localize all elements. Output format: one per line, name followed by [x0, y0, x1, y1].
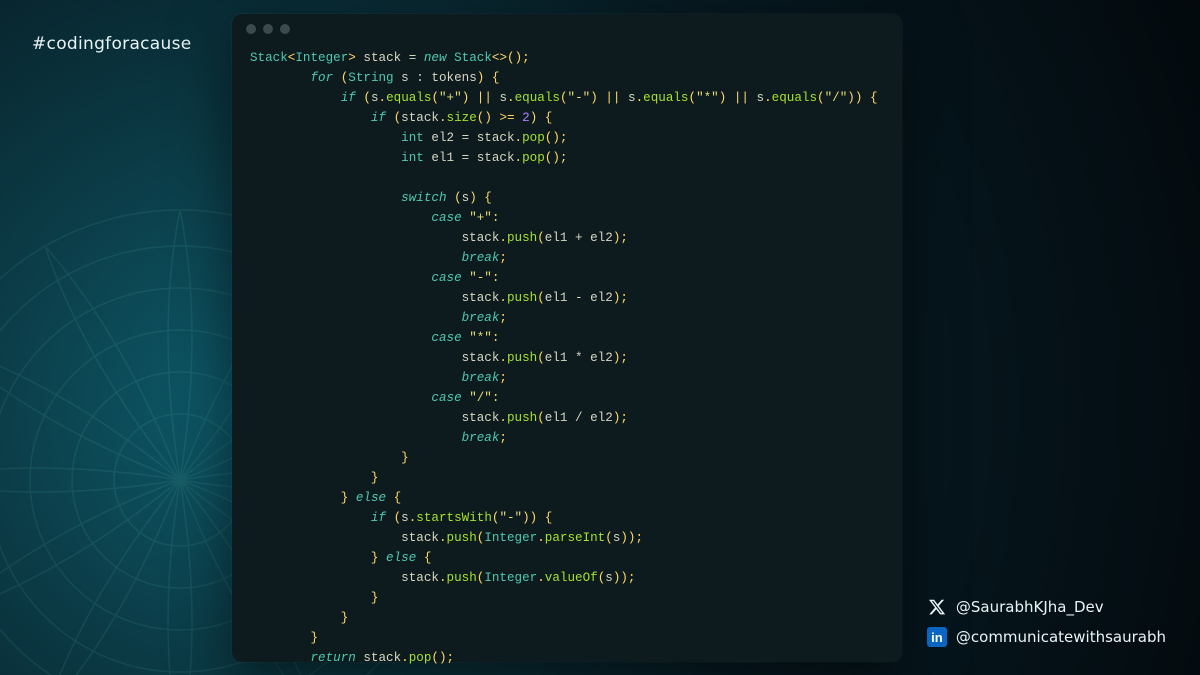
- social-x-handle: @SaurabhKJha_Dev: [956, 598, 1104, 616]
- linkedin-icon: in: [927, 627, 947, 647]
- page-root: #codingforacause Stack<Integer> stack = …: [0, 0, 1200, 675]
- traffic-light-max-icon[interactable]: [280, 24, 290, 34]
- social-linkedin-handle: @communicatewithsaurabh: [956, 628, 1166, 646]
- traffic-light-close-icon[interactable]: [246, 24, 256, 34]
- code-editor-window: Stack<Integer> stack = new Stack<>(); fo…: [232, 14, 902, 662]
- social-x-row[interactable]: @SaurabhKJha_Dev: [927, 597, 1166, 617]
- social-links: @SaurabhKJha_Dev in @communicatewithsaur…: [927, 597, 1166, 647]
- social-linkedin-row[interactable]: in @communicatewithsaurabh: [927, 627, 1166, 647]
- code-content: Stack<Integer> stack = new Stack<>(); fo…: [232, 44, 902, 675]
- x-icon: [927, 597, 947, 617]
- hashtag-label: #codingforacause: [32, 34, 192, 54]
- window-titlebar: [232, 14, 902, 44]
- traffic-light-min-icon[interactable]: [263, 24, 273, 34]
